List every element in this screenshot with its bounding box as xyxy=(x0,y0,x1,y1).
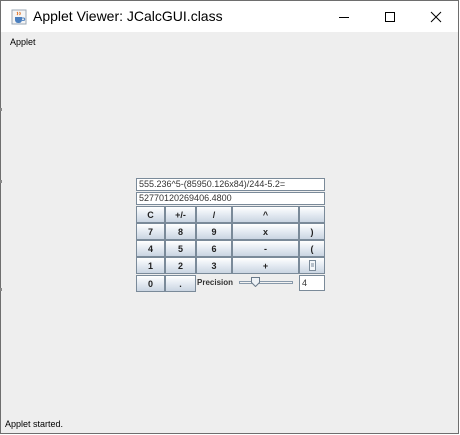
menu-applet[interactable]: Applet xyxy=(10,37,36,47)
digit-1-button[interactable]: 1 xyxy=(136,257,165,274)
decimal-button[interactable]: . xyxy=(165,275,196,292)
title-bar[interactable]: Applet Viewer: JCalcGUI.class xyxy=(1,1,458,32)
digit-5-button[interactable]: 5 xyxy=(165,240,196,257)
multiply-button[interactable]: x xyxy=(232,223,299,240)
digit-7-button[interactable]: 7 xyxy=(136,223,165,240)
scroll-thumb-icon xyxy=(308,260,316,271)
edge-artifact xyxy=(0,108,2,111)
divide-button[interactable]: / xyxy=(196,206,232,223)
minimize-button[interactable] xyxy=(321,1,367,32)
close-icon xyxy=(430,11,442,22)
digit-9-button[interactable]: 9 xyxy=(196,223,232,240)
digit-0-button[interactable]: 0 xyxy=(136,275,165,292)
blank-button-bottom[interactable] xyxy=(299,257,325,274)
maximize-icon xyxy=(385,11,395,22)
subtract-button[interactable]: - xyxy=(232,240,299,257)
digit-4-button[interactable]: 4 xyxy=(136,240,165,257)
open-paren-button[interactable]: ( xyxy=(299,240,325,257)
menu-bar: Applet xyxy=(1,32,458,52)
edge-artifact xyxy=(0,180,2,183)
negate-button[interactable]: +/- xyxy=(165,206,196,223)
precision-slider-track[interactable] xyxy=(239,281,293,284)
maximize-button[interactable] xyxy=(367,1,413,32)
status-text: Applet started. xyxy=(5,419,64,429)
digit-3-button[interactable]: 3 xyxy=(196,257,232,274)
power-button[interactable]: ^ xyxy=(232,206,299,223)
result-field[interactable]: 52770120269406.4800 xyxy=(136,192,325,205)
close-paren-button[interactable]: ) xyxy=(299,223,325,240)
digit-6-button[interactable]: 6 xyxy=(196,240,232,257)
precision-label: Precision xyxy=(197,278,234,287)
close-button[interactable] xyxy=(413,1,459,32)
digit-2-button[interactable]: 2 xyxy=(165,257,196,274)
expression-field[interactable]: 555.236^5-(85950.126x84)/244-5.2= xyxy=(136,178,325,191)
precision-field[interactable]: 4 xyxy=(299,275,325,291)
digit-8-button[interactable]: 8 xyxy=(165,223,196,240)
clear-button[interactable]: C xyxy=(136,206,165,223)
applet-viewer-window: Applet Viewer: JCalcGUI.class Applet 555… xyxy=(0,0,459,434)
edge-artifact xyxy=(0,288,2,291)
precision-slider-thumb[interactable] xyxy=(251,277,260,287)
java-cup-icon xyxy=(11,9,27,25)
minimize-icon xyxy=(339,16,349,18)
add-button[interactable]: + xyxy=(232,257,299,274)
blank-button-top[interactable] xyxy=(299,206,325,223)
window-title: Applet Viewer: JCalcGUI.class xyxy=(33,8,223,24)
